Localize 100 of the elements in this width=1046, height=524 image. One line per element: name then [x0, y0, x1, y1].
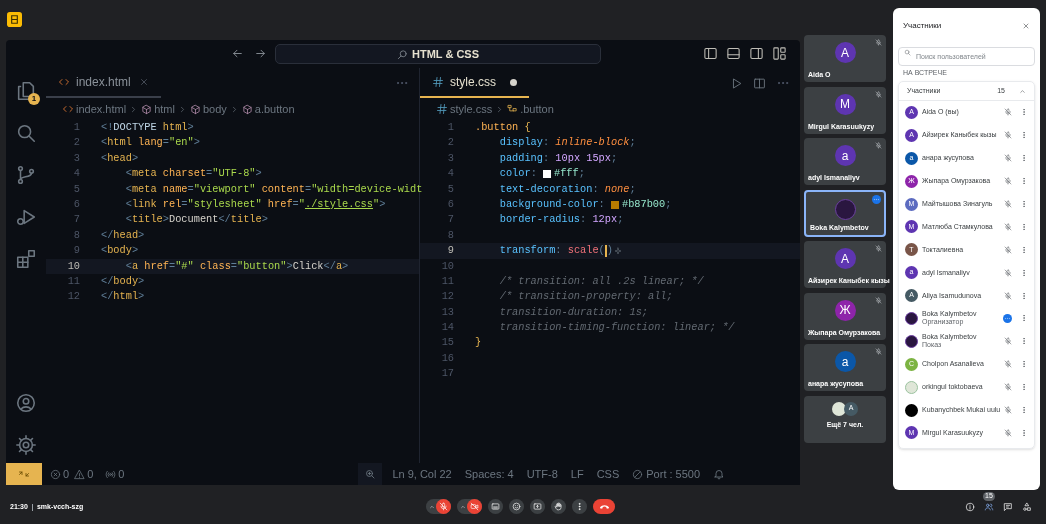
- more-options-icon[interactable]: [1020, 360, 1028, 369]
- command-center[interactable]: HTML & CSS: [275, 44, 601, 64]
- avatar: A: [834, 42, 856, 63]
- avatar: M: [834, 93, 856, 115]
- more-options-icon[interactable]: [1020, 291, 1028, 300]
- microphone-button[interactable]: [436, 499, 451, 514]
- chat-icon[interactable]: [1003, 502, 1013, 512]
- more-options-icon[interactable]: [872, 194, 881, 204]
- split-editor-icon[interactable]: [753, 76, 766, 90]
- errors-button[interactable]: 0: [50, 465, 70, 483]
- search-icon[interactable]: [15, 122, 37, 144]
- more-options-icon[interactable]: [1020, 177, 1028, 186]
- close-icon[interactable]: [1022, 22, 1030, 30]
- muted-mic-icon[interactable]: [1004, 337, 1012, 346]
- status-item[interactable]: CSS: [596, 465, 620, 483]
- muted-mic-icon[interactable]: [1004, 222, 1012, 231]
- microphone-icon: [439, 502, 448, 511]
- more-options-icon[interactable]: [1020, 200, 1028, 208]
- muted-mic-icon[interactable]: [1004, 154, 1012, 163]
- editor-tab[interactable]: index.html: [46, 68, 161, 98]
- more-options-icon[interactable]: [1020, 406, 1028, 414]
- editor-tab[interactable]: style.css: [420, 68, 529, 98]
- caret-icon[interactable]: [460, 503, 466, 510]
- muted-mic-icon[interactable]: [1004, 108, 1012, 117]
- breadcrumb-item[interactable]: body: [189, 100, 227, 118]
- code-text: }: [475, 335, 482, 351]
- code-text: transition-timing-function: linear; */: [498, 320, 735, 336]
- grid-layout-icon[interactable]: [772, 46, 787, 61]
- shapes-icon[interactable]: [1022, 502, 1032, 512]
- app-logo-icon[interactable]: [7, 12, 22, 27]
- breadcrumb-item[interactable]: .button: [507, 100, 554, 118]
- more-options-icon[interactable]: [1020, 383, 1028, 392]
- play-icon[interactable]: [730, 76, 743, 90]
- status-item[interactable]: UTF-8: [526, 465, 558, 483]
- camera-button[interactable]: [467, 499, 482, 514]
- sidebar-layout-icon[interactable]: [749, 46, 764, 61]
- files-icon[interactable]: [15, 80, 37, 102]
- muted-mic-icon[interactable]: [1004, 131, 1012, 140]
- end-call-button[interactable]: [593, 499, 615, 514]
- ports-button[interactable]: 0: [105, 465, 125, 483]
- more-options-icon[interactable]: [1020, 314, 1028, 323]
- caret-icon[interactable]: [429, 503, 435, 510]
- camera-control[interactable]: [457, 499, 482, 514]
- extensions-icon[interactable]: [15, 248, 37, 270]
- raise-hand-button[interactable]: [551, 499, 566, 514]
- muted-mic-icon[interactable]: [1004, 428, 1012, 437]
- color-swatch-icon[interactable]: [543, 169, 551, 178]
- muted-mic-icon[interactable]: [1004, 406, 1012, 414]
- people-icon[interactable]: [984, 502, 994, 512]
- settings-icon[interactable]: [15, 434, 37, 456]
- cube-icon: [189, 103, 201, 115]
- breadcrumb-item[interactable]: style.css: [436, 100, 493, 118]
- more-options-icon[interactable]: [1020, 428, 1028, 437]
- emoji-button[interactable]: [509, 499, 524, 514]
- info-icon[interactable]: [965, 502, 975, 512]
- breadcrumb-item[interactable]: index.html: [62, 100, 127, 118]
- status-item[interactable]: Port : 5500: [632, 465, 701, 483]
- tab-label: style.css: [450, 74, 496, 91]
- status-item[interactable]: Ln 9, Col 22: [392, 465, 452, 483]
- forward-arrow-icon[interactable]: [254, 47, 267, 60]
- panel-title: Участники: [903, 20, 942, 32]
- line-number: 9: [446, 243, 454, 259]
- panel-layout-icon[interactable]: [726, 46, 741, 61]
- line-number: 9: [72, 243, 80, 259]
- breadcrumb-item[interactable]: html: [141, 100, 175, 118]
- status-item[interactable]: Spaces: 4: [464, 465, 514, 483]
- color-swatch-icon[interactable]: [610, 200, 619, 209]
- muted-mic-icon: [875, 245, 882, 252]
- more-options-icon[interactable]: [1020, 337, 1028, 346]
- breadcrumb-item[interactable]: a.button: [241, 100, 295, 118]
- mic-control[interactable]: [426, 499, 451, 514]
- bell-icon[interactable]: [713, 468, 726, 480]
- muted-mic-icon[interactable]: [1004, 360, 1012, 369]
- muted-mic-icon[interactable]: [1004, 291, 1012, 300]
- more-options-icon[interactable]: [1020, 154, 1028, 163]
- remote-button[interactable]: [6, 463, 42, 485]
- code-text: </body>: [101, 273, 145, 289]
- code-text: color:: [498, 166, 538, 182]
- code-text: <head>: [101, 150, 139, 166]
- captions-button[interactable]: [488, 499, 503, 514]
- more-options-icon[interactable]: [1020, 131, 1028, 140]
- sidebar-layout-icon[interactable]: [703, 46, 718, 61]
- status-item[interactable]: LF: [570, 465, 584, 483]
- close-icon[interactable]: [138, 77, 149, 87]
- warnings-button[interactable]: 0: [74, 465, 94, 483]
- muted-mic-icon[interactable]: [1004, 268, 1012, 277]
- present-button[interactable]: [530, 499, 545, 514]
- muted-mic-icon[interactable]: [1004, 200, 1012, 208]
- more-options-icon[interactable]: [1020, 245, 1028, 254]
- muted-mic-icon[interactable]: [1004, 245, 1012, 254]
- muted-mic-icon[interactable]: [1004, 383, 1012, 392]
- back-arrow-icon[interactable]: [231, 47, 244, 60]
- more-options-icon[interactable]: [1020, 222, 1028, 231]
- more-options-icon[interactable]: [1020, 108, 1028, 117]
- account-icon[interactable]: [15, 392, 37, 414]
- more-options-button[interactable]: [572, 499, 587, 514]
- zoom-icon[interactable]: [364, 468, 377, 480]
- more-options-icon[interactable]: [1020, 268, 1028, 277]
- muted-mic-icon[interactable]: [1004, 177, 1012, 186]
- branch-icon[interactable]: [15, 164, 37, 186]
